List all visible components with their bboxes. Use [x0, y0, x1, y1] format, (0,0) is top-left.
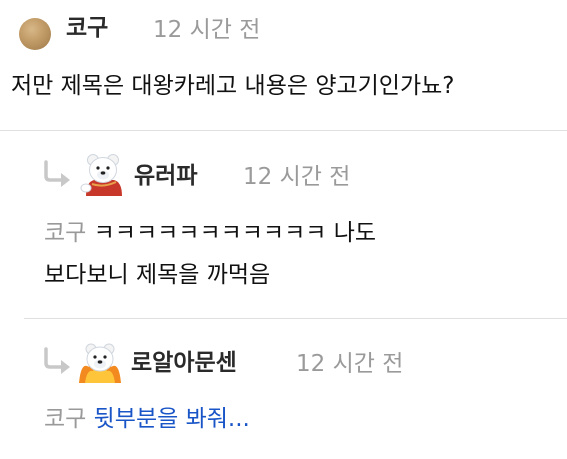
reply-author[interactable]: 유러파 — [134, 165, 197, 188]
reply-text-line-2: 보다보니 제목을 까먹음 — [44, 262, 271, 288]
comment-author[interactable]: 코구 — [66, 17, 108, 40]
comment-text: 저만 제목은 대왕카레고 내용은 양고기인가뇨? — [11, 73, 455, 99]
reply-arrow-icon — [44, 160, 70, 187]
reply: 유러파 12 시간 전 코구 ㅋㅋㅋㅋㅋㅋㅋㅋㅋㅋㅋ 나도 보다보니 제목을 까… — [0, 131, 567, 319]
reply-text: ㅋㅋㅋㅋㅋㅋㅋㅋㅋㅋㅋ 나도 — [93, 220, 377, 246]
reply-text-line-1: 코구 ㅋㅋㅋㅋㅋㅋㅋㅋㅋㅋㅋ 나도 — [44, 222, 376, 245]
user-avatar[interactable] — [19, 18, 51, 50]
mention-tag[interactable]: 코구 — [44, 406, 86, 432]
polar-bear-avatar[interactable] — [80, 150, 126, 196]
reply-text-line-1: 코구 뒷부분을 봐줘... — [44, 408, 250, 431]
reply-time: 12 시간 전 — [243, 164, 351, 190]
comment-time: 12 시간 전 — [153, 17, 261, 43]
reply-time: 12 시간 전 — [296, 351, 404, 377]
mention-tag[interactable]: 코구 — [44, 220, 86, 246]
reply-arrow-icon — [44, 347, 70, 374]
comment: 코구 12 시간 전 저만 제목은 대왕카레고 내용은 양고기인가뇨? — [0, 0, 567, 131]
more-link[interactable]: 뒷부분을 봐줘... — [94, 406, 250, 432]
polar-bear-avatar[interactable] — [77, 337, 123, 383]
reply-author[interactable]: 로알아문센 — [131, 352, 237, 375]
reply: 로알아문센 12 시간 전 코구 뒷부분을 봐줘... — [0, 319, 567, 459]
